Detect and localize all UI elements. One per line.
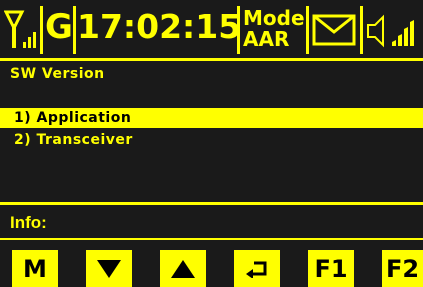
softkey-back-button[interactable] xyxy=(234,250,280,287)
softkey-m-button[interactable]: M xyxy=(12,250,58,287)
mode-indicator: Mode AAR xyxy=(243,8,305,58)
menu-item-transceiver[interactable]: 2) Transceiver xyxy=(0,130,423,150)
status-separator xyxy=(40,6,43,54)
softkey-down-button[interactable] xyxy=(86,250,132,287)
menu-item-application[interactable]: 1) Application xyxy=(0,108,423,128)
return-arrow-icon xyxy=(246,261,267,278)
envelope-icon[interactable] xyxy=(312,14,356,64)
info-label: Info: xyxy=(10,213,47,232)
clock-time: 17:02:15 xyxy=(77,7,242,46)
softkey-f2-button[interactable]: F2 xyxy=(382,250,423,287)
network-indicator: G xyxy=(45,7,73,47)
status-divider xyxy=(0,58,423,61)
arrow-down-icon xyxy=(97,259,121,278)
status-separator xyxy=(306,6,309,54)
info-divider xyxy=(0,202,423,205)
softkey-f1-button[interactable]: F1 xyxy=(308,250,354,287)
antenna-signal-icon xyxy=(3,4,38,54)
status-separator xyxy=(360,6,363,54)
mode-value: AAR xyxy=(243,27,290,51)
status-separator xyxy=(237,6,240,54)
softkey-divider xyxy=(0,238,423,240)
speaker-volume-icon[interactable] xyxy=(366,12,420,62)
arrow-up-icon xyxy=(171,259,195,278)
status-separator xyxy=(73,6,76,54)
page-title: SW Version xyxy=(10,66,105,82)
mode-label: Mode xyxy=(243,6,305,30)
softkey-up-button[interactable] xyxy=(160,250,206,287)
status-bar: G 17:02:15 Mode AAR xyxy=(0,0,423,58)
